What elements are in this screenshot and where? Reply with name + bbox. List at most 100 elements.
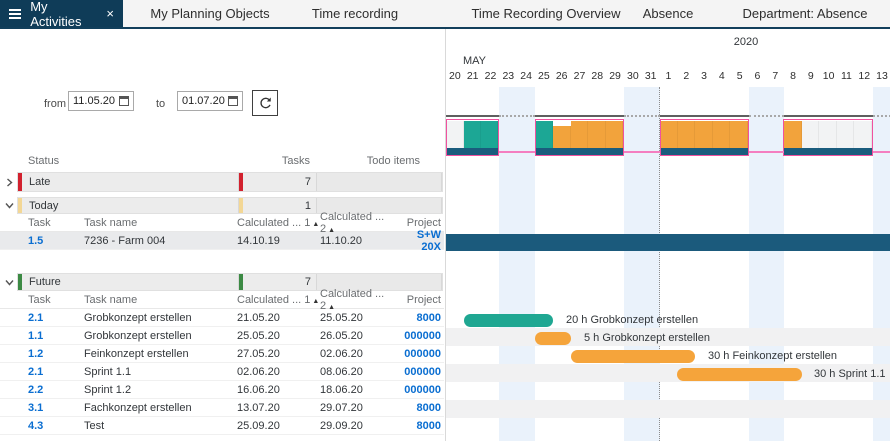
status-column-header: Status	[28, 155, 237, 167]
application-window: My Activities × My Planning Objects Time…	[0, 0, 890, 441]
utilization-day-cell[interactable]	[447, 121, 464, 148]
task-name: Test	[84, 420, 237, 432]
task-table: Status Tasks Todo items Late 7	[0, 150, 444, 435]
tab-absence[interactable]: Absence	[643, 0, 694, 27]
task-id-link[interactable]: 2.1	[28, 366, 84, 378]
gantt-chart: 2020 MAY 20 21 22 23 24 25 26 27 28 29 3…	[445, 29, 890, 441]
utilization-day-cell[interactable]	[481, 121, 498, 148]
utilization-day-cell[interactable]	[819, 121, 837, 148]
task-id-link[interactable]: 1.2	[28, 348, 84, 360]
calendar-icon[interactable]	[228, 96, 238, 106]
refresh-button[interactable]	[252, 90, 278, 116]
task-id-link[interactable]: 3.1	[28, 402, 84, 414]
task-id-link[interactable]: 2.2	[28, 384, 84, 396]
utilization-day-cell[interactable]	[661, 121, 678, 148]
day-label: 12	[855, 70, 873, 82]
table-row[interactable]: 4.3 Test 25.09.20 29.09.20 8000	[0, 417, 444, 435]
gantt-bar-label: 30 h Feinkonzept erstellen	[708, 350, 837, 363]
table-row[interactable]: 1.1 Grobkonzept erstellen 25.05.20 26.05…	[0, 327, 444, 345]
utilization-day-cell[interactable]	[536, 121, 553, 148]
to-date-input[interactable]: 01.07.20	[177, 91, 243, 111]
utilization-day-cell[interactable]	[802, 121, 820, 148]
gantt-bar-feinkonzept-30h[interactable]	[571, 350, 696, 363]
from-date-value[interactable]: 11.05.20	[73, 95, 119, 107]
gantt-bar-label: 5 h Grobkonzept erstellen	[584, 332, 710, 345]
calculated1-column-header[interactable]: Calculated ... 1▲	[237, 217, 320, 229]
day-label: 11	[838, 70, 856, 82]
group-row-late[interactable]: Late 7	[0, 172, 444, 192]
project-link[interactable]: 000000	[398, 366, 444, 378]
utilization-day-cell[interactable]	[588, 121, 605, 148]
chevron-right-icon[interactable]	[0, 178, 17, 187]
calculated-date-1: 25.09.20	[237, 420, 320, 432]
table-row[interactable]: 2.1 Sprint 1.1 02.06.20 08.06.20 000000	[0, 363, 444, 381]
project-link[interactable]: S+W 20X	[398, 229, 444, 253]
utilization-day-cell[interactable]	[837, 121, 855, 148]
table-row[interactable]: 1.2 Feinkonzept erstellen 27.05.20 02.06…	[0, 345, 444, 363]
day-label: 7	[766, 70, 784, 82]
sort-ascending-icon[interactable]: ▲	[328, 304, 335, 311]
calculated-date-2: 11.10.20	[320, 235, 398, 247]
gantt-bar-grobkonzept-20h[interactable]	[464, 314, 553, 327]
task-id-link[interactable]: 1.5	[28, 235, 84, 247]
capacity-line	[446, 115, 499, 117]
task-id-link[interactable]: 4.3	[28, 420, 84, 432]
project-link[interactable]: 000000	[398, 384, 444, 396]
task-id-link[interactable]: 1.1	[28, 330, 84, 342]
task-id-link[interactable]: 2.1	[28, 312, 84, 324]
day-label: 28	[588, 70, 606, 82]
sort-ascending-icon[interactable]: ▲	[328, 227, 335, 234]
project-link[interactable]: 8000	[398, 312, 444, 324]
todo-items-column-header: Todo items	[315, 155, 444, 167]
utilization-day-cell[interactable]	[678, 121, 695, 148]
calculated2-column-header[interactable]: Calculated ... 2▲	[320, 288, 398, 312]
subtable-header-row: Task Task name Calculated ... 1▲ Calcula…	[0, 291, 444, 309]
calculated1-column-header[interactable]: Calculated ... 1▲	[237, 294, 320, 306]
utilization-day-cell[interactable]	[784, 121, 802, 148]
utilization-day-cell[interactable]	[464, 121, 481, 148]
calculated2-column-header[interactable]: Calculated ... 2▲	[320, 211, 398, 235]
task-name: Grobkonzept erstellen	[84, 312, 237, 324]
gantt-bar-sprint11-30h[interactable]	[677, 368, 802, 381]
baseline-strip	[784, 148, 872, 155]
sort-ascending-icon[interactable]: ▲	[312, 221, 319, 228]
close-icon[interactable]: ×	[106, 6, 114, 21]
utilization-day-cell[interactable]	[606, 121, 623, 148]
table-row[interactable]: 1.5 7236 - Farm 004 14.10.19 11.10.20 S+…	[0, 232, 444, 250]
project-link[interactable]: 000000	[398, 330, 444, 342]
project-link[interactable]: 8000	[398, 402, 444, 414]
utilization-day-cell[interactable]	[695, 121, 712, 148]
gantt-bar-grobkonzept-5h[interactable]	[535, 332, 571, 345]
project-link[interactable]: 000000	[398, 348, 444, 360]
to-date-value[interactable]: 01.07.20	[182, 95, 228, 107]
table-row[interactable]: 3.1 Fachkonzept erstellen 13.07.20 29.07…	[0, 399, 444, 417]
tab-time-recording[interactable]: Time recording	[312, 0, 398, 27]
tab-my-planning-objects[interactable]: My Planning Objects	[150, 0, 269, 27]
tab-department-absence[interactable]: Department: Absence	[742, 0, 867, 27]
tab-my-activities[interactable]: My Activities ×	[0, 0, 123, 27]
calculated-date-1: 21.05.20	[237, 312, 320, 324]
month-label: MAY	[463, 55, 486, 67]
chevron-down-icon[interactable]	[0, 201, 17, 210]
utilization-day-cell[interactable]	[553, 126, 570, 148]
gantt-row	[446, 418, 890, 436]
table-row[interactable]: 2.1 Grobkonzept erstellen 21.05.20 25.05…	[0, 309, 444, 327]
sort-ascending-icon[interactable]: ▲	[312, 298, 319, 305]
utilization-day-cell[interactable]	[730, 121, 747, 148]
status-indicator-today	[239, 198, 243, 213]
chevron-down-icon[interactable]	[0, 278, 17, 287]
utilization-day-cell[interactable]	[854, 121, 872, 148]
utilization-day-cell[interactable]	[713, 121, 730, 148]
utilization-day-cell[interactable]	[571, 121, 588, 148]
day-label: 6	[749, 70, 767, 82]
project-link[interactable]: 8000	[398, 420, 444, 432]
tab-time-recording-overview[interactable]: Time Recording Overview	[471, 0, 620, 27]
status-indicator-future	[239, 274, 243, 290]
calculated-date-2: 29.09.20	[320, 420, 398, 432]
calendar-icon[interactable]	[119, 96, 129, 106]
table-row[interactable]: 2.2 Sprint 1.2 16.06.20 18.06.20 000000	[0, 381, 444, 399]
gantt-bar-farm-004[interactable]	[446, 234, 890, 251]
from-date-input[interactable]: 11.05.20	[68, 91, 134, 111]
menu-icon[interactable]	[9, 7, 21, 21]
day-label: 21	[464, 70, 482, 82]
